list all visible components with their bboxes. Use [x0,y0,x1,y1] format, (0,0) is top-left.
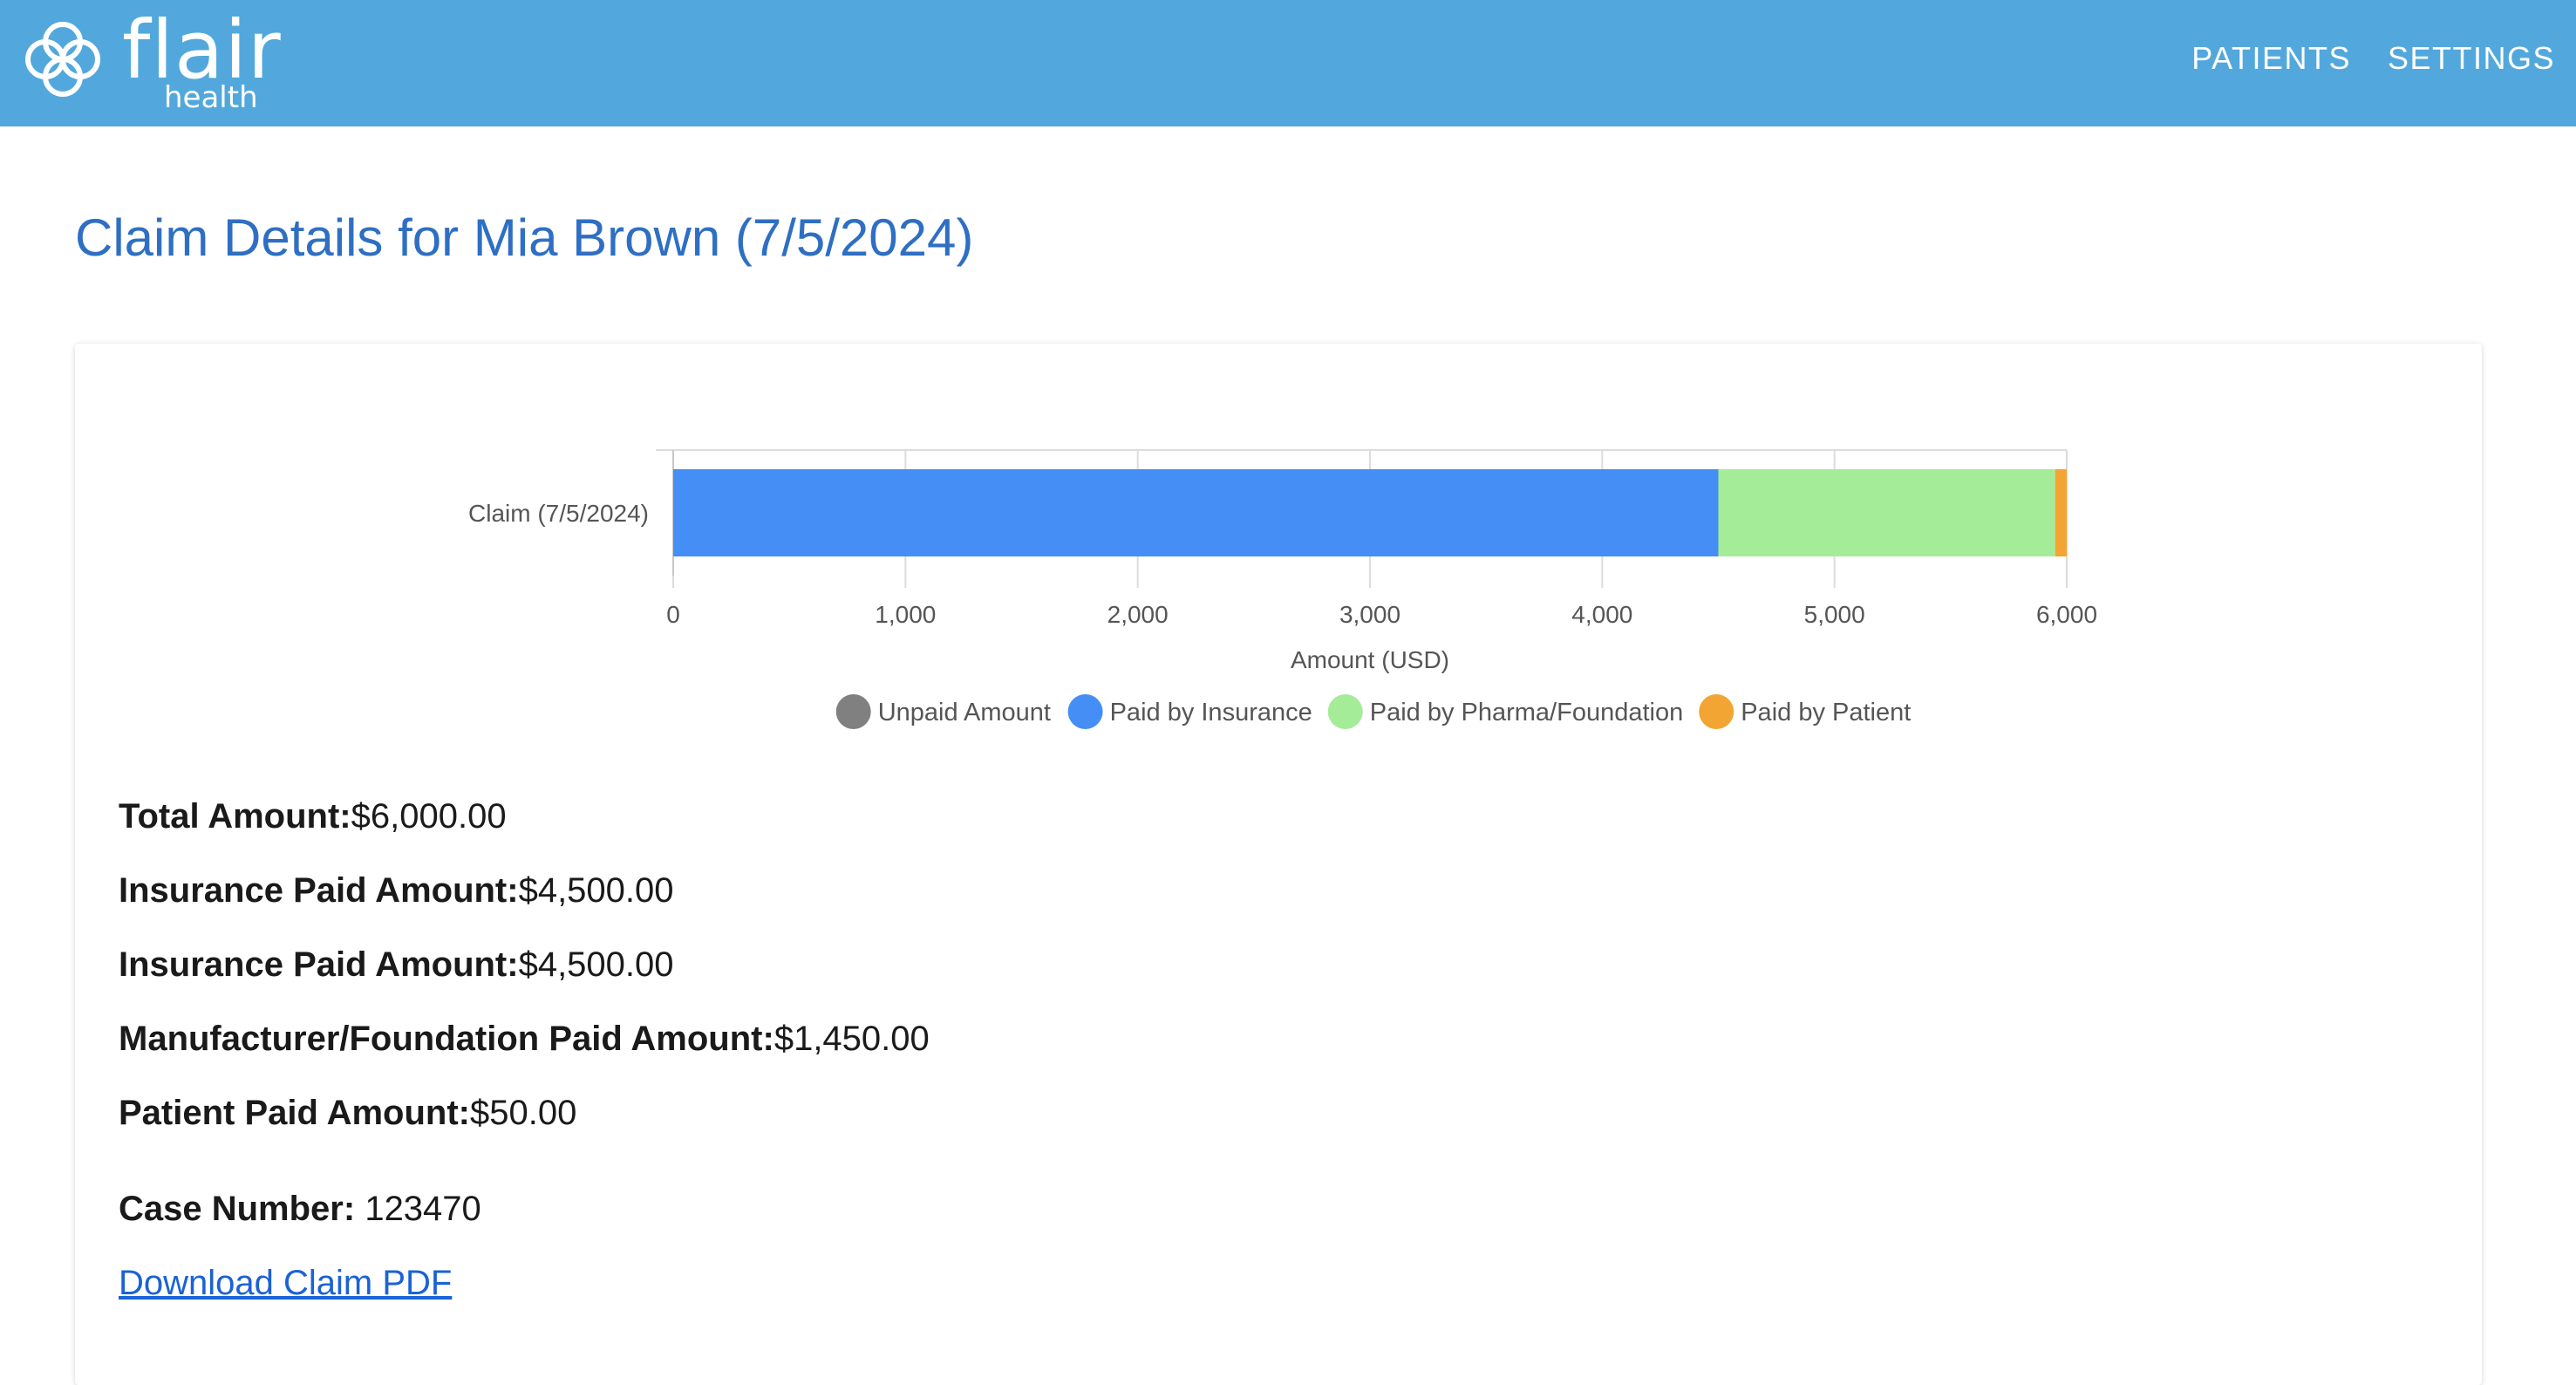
bar-segment [673,469,1719,556]
detail-total-amount: Total Amount:$6,000.00 [119,797,507,836]
nav-patients[interactable]: PATIENTS [2191,40,2351,77]
detail-manufacturer-paid: Manufacturer/Foundation Paid Amount:$1,4… [119,1020,930,1059]
detail-insurance-paid: Insurance Paid Amount:$4,500.00 [119,871,674,911]
detail-value: 123470 [355,1190,481,1228]
top-navbar: flair health PATIENTS SETTINGS [0,0,2576,126]
detail-value: $1,450.00 [773,1020,930,1058]
page-title: Claim Details for Mia Brown (7/5/2024) [75,208,974,267]
logo-subtitle: health [164,80,258,115]
download-claim-pdf-link[interactable]: Download Claim PDF [119,1264,452,1303]
detail-label: Case Number: [119,1190,356,1228]
detail-value: $4,500.00 [518,871,674,910]
chart-legend: Unpaid Amount Paid by Insurance Paid by Ph… [835,694,1911,729]
detail-patient-paid: Patient Paid Amount:$50.00 [119,1094,576,1133]
legend-marker [1699,694,1734,729]
claim-details-card: 0 1,000 2,000 3,000 4,000 5,000 6,000 Claim (7/… [75,344,2482,1385]
detail-value: $4,500.00 [518,945,674,984]
x-axis-title: Amount (USD) [1291,646,1449,673]
main-nav: PATIENTS SETTINGS [2191,40,2555,77]
legend-marker [835,694,871,729]
legend-label: Paid by Pharma/Foundation [1370,699,1684,727]
legend-label: Paid by Insurance [1110,699,1312,727]
x-tick-label: 6,000 [2036,601,2097,628]
legend-marker [1327,694,1363,729]
x-tick-label: 5,000 [1804,601,1865,628]
detail-label: Patient Paid Amount: [119,1094,470,1132]
detail-value: $50.00 [469,1094,577,1132]
nav-settings[interactable]: SETTINGS [2388,40,2555,77]
detail-label: Insurance Paid Amount: [119,871,519,910]
detail-insurance-paid-duplicate: Insurance Paid Amount:$4,500.00 [119,945,674,985]
detail-label: Manufacturer/Foundation Paid Amount: [119,1020,774,1058]
claim-payment-chart: 0 1,000 2,000 3,000 4,000 5,000 6,000 Claim (7/… [468,449,2097,729]
x-tick-label: 0 [666,601,680,628]
legend-marker [1067,694,1103,729]
detail-label: Insurance Paid Amount: [119,945,519,984]
legend-label: Paid by Patient [1741,699,1911,727]
flair-health-logo[interactable]: flair health [19,3,316,115]
detail-label: Total Amount: [119,797,351,836]
bar-segment [1718,469,2055,556]
detail-case-number: Case Number: 123470 [119,1190,481,1229]
x-tick-label: 3,000 [1339,601,1400,628]
detail-value: $6,000.00 [351,797,507,836]
y-category-label: Claim (7/5/2024) [468,500,649,527]
x-tick-label: 1,000 [875,601,936,628]
x-tick-label: 4,000 [1571,601,1632,628]
bar-segment [2055,469,2067,556]
x-tick-label: 2,000 [1107,601,1169,628]
legend-label: Unpaid Amount [878,699,1051,727]
flower-logo-icon [25,22,100,97]
